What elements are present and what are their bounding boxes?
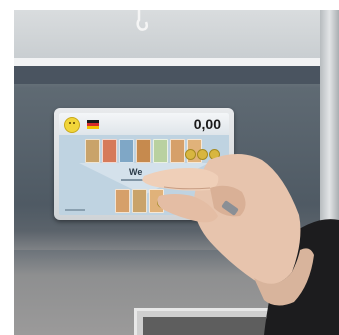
- hand-touching-screen: [142, 154, 339, 335]
- index-finger: [142, 168, 219, 191]
- photo: 0,00 We: [14, 10, 339, 335]
